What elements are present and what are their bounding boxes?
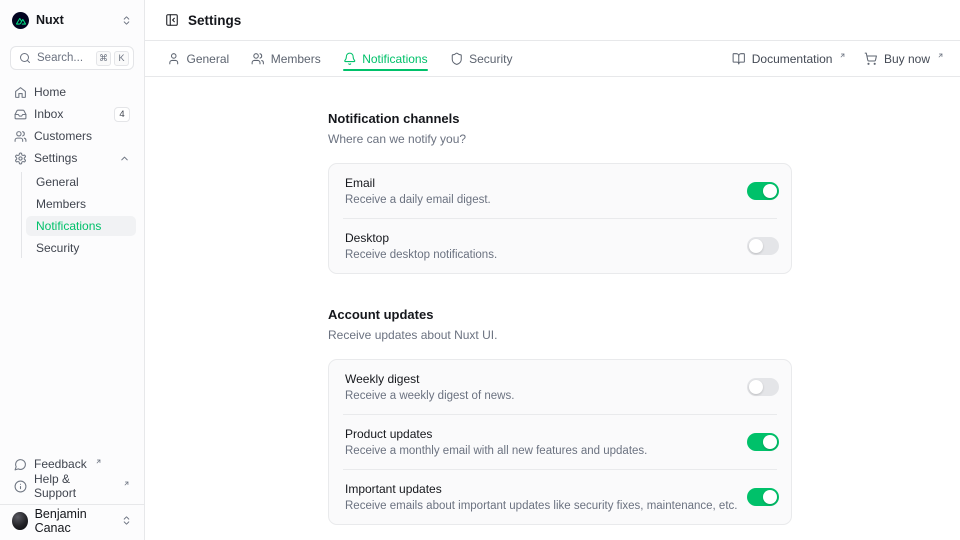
settings-subnav: General Members Notifications Security [21, 172, 136, 258]
main-panel: Settings General Members Notifications S… [145, 0, 960, 540]
settings-card: Email Receive a daily email digest. Desk… [328, 163, 792, 274]
bell-icon [343, 52, 357, 66]
sidebar-spacer [8, 258, 136, 442]
users-icon [14, 130, 27, 143]
section-description: Receive updates about Nuxt UI. [328, 328, 792, 342]
sidebar-item-inbox[interactable]: Inbox 4 [8, 104, 136, 124]
tab-security[interactable]: Security [450, 41, 513, 76]
tab-general[interactable]: General [167, 41, 229, 76]
setting-row-weekly-digest: Weekly digest Receive a weekly digest of… [329, 360, 791, 414]
tabbar-links: Documentation Buy now [732, 41, 944, 76]
setting-title: Email [345, 176, 491, 190]
chevron-up-icon [119, 153, 130, 164]
setting-title: Desktop [345, 231, 497, 245]
chevrons-up-down-icon [121, 15, 132, 26]
page-header: Settings [145, 0, 960, 41]
home-icon [14, 86, 27, 99]
email-toggle[interactable] [747, 182, 779, 200]
tab-notifications[interactable]: Notifications [343, 41, 428, 76]
chevrons-up-down-icon [121, 515, 132, 526]
external-link-icon [123, 480, 130, 487]
important-updates-toggle[interactable] [747, 488, 779, 506]
gear-icon [14, 152, 27, 165]
setting-row-desktop: Desktop Receive desktop notifications. [329, 219, 791, 273]
sidebar-item-settings[interactable]: Settings [8, 148, 136, 168]
section-title: Notification channels [328, 111, 792, 126]
kbd-k: K [114, 51, 129, 66]
product-updates-toggle[interactable] [747, 433, 779, 451]
section-title: Account updates [328, 307, 792, 322]
setting-title: Weekly digest [345, 372, 514, 386]
sidebar-footer-links: Feedback Help & Support [8, 454, 136, 496]
section-account-updates: Account updates Receive updates about Nu… [328, 307, 792, 525]
sidebar-item-notifications[interactable]: Notifications [26, 216, 136, 236]
tabs: General Members Notifications Security [167, 41, 512, 76]
feedback-link[interactable]: Feedback [8, 454, 136, 474]
settings-content: Notification channels Where can we notif… [145, 77, 960, 540]
section-description: Where can we notify you? [328, 132, 792, 146]
setting-description: Receive a monthly email with all new fea… [345, 445, 647, 457]
sidebar-nav: Home Inbox 4 Customers Settings General … [8, 82, 136, 258]
setting-row-important-updates: Important updates Receive emails about i… [329, 470, 791, 524]
inbox-icon [14, 108, 27, 121]
sidebar-item-security[interactable]: Security [26, 238, 136, 258]
users-icon [251, 52, 265, 66]
setting-row-product-updates: Product updates Receive a monthly email … [329, 415, 791, 469]
user-menu[interactable]: Benjamin Canac [8, 505, 136, 536]
weekly-digest-toggle[interactable] [747, 378, 779, 396]
user-icon [167, 52, 181, 66]
book-open-icon [732, 52, 746, 66]
user-name: Benjamin Canac [35, 507, 114, 535]
sidebar-item-customers[interactable]: Customers [8, 126, 136, 146]
settings-card: Weekly digest Receive a weekly digest of… [328, 359, 792, 525]
sidebar-item-members[interactable]: Members [26, 194, 136, 214]
external-link-icon [839, 52, 846, 59]
buy-now-link[interactable]: Buy now [864, 41, 944, 76]
avatar [12, 512, 28, 530]
external-link-icon [95, 458, 102, 465]
sidebar-item-general[interactable]: General [26, 172, 136, 192]
shield-icon [450, 52, 464, 66]
cart-icon [864, 52, 878, 66]
search-icon [19, 52, 31, 64]
search-shortcut: ⌘ K [96, 51, 129, 66]
message-bubble-icon [14, 458, 27, 471]
setting-description: Receive a daily email digest. [345, 194, 491, 206]
setting-title: Product updates [345, 427, 647, 441]
panel-left-icon[interactable] [165, 13, 179, 27]
setting-description: Receive desktop notifications. [345, 249, 497, 261]
kbd-cmd: ⌘ [96, 51, 111, 66]
setting-description: Receive a weekly digest of news. [345, 390, 514, 402]
documentation-link[interactable]: Documentation [732, 41, 846, 76]
desktop-toggle[interactable] [747, 237, 779, 255]
setting-description: Receive emails about important updates l… [345, 500, 737, 512]
tabbar: General Members Notifications Security D… [145, 41, 960, 77]
search-placeholder: Search... [37, 52, 90, 64]
section-notification-channels: Notification channels Where can we notif… [328, 111, 792, 274]
page-title: Settings [188, 13, 241, 28]
sidebar: Nuxt Search... ⌘ K Home Inbox 4 Customer… [0, 0, 145, 540]
setting-row-email: Email Receive a daily email digest. [329, 164, 791, 218]
inbox-count-badge: 4 [114, 107, 130, 122]
nuxt-logo-icon [12, 12, 29, 29]
search-input[interactable]: Search... ⌘ K [10, 46, 134, 70]
info-circle-icon [14, 480, 27, 493]
workspace-switcher[interactable]: Nuxt [8, 8, 136, 32]
sidebar-item-home[interactable]: Home [8, 82, 136, 102]
help-support-link[interactable]: Help & Support [8, 476, 136, 496]
workspace-name: Nuxt [36, 13, 64, 27]
external-link-icon [937, 52, 944, 59]
tab-members[interactable]: Members [251, 41, 321, 76]
setting-title: Important updates [345, 482, 737, 496]
